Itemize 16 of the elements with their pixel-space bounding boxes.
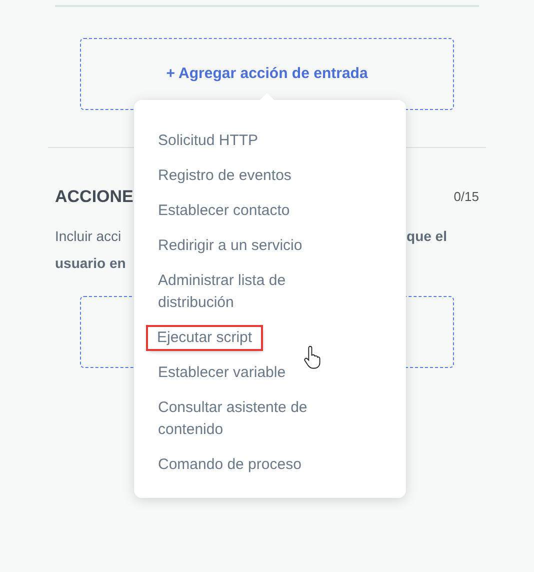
action-count: 0/15 [454, 188, 479, 206]
menu-item[interactable]: Redirigir a un servicio [158, 234, 302, 256]
menu-item[interactable]: Consultar asistente de contenido [158, 396, 338, 440]
description-text: que el [406, 226, 447, 246]
menu-item[interactable]: Establecer contacto [158, 200, 290, 222]
menu-item[interactable]: Ejecutar script [148, 326, 262, 348]
menu-item[interactable]: Solicitud HTTP [158, 130, 258, 152]
menu-item[interactable]: Comando de proceso [158, 454, 302, 476]
description-text: Incluir acci [55, 226, 122, 246]
menu-item[interactable]: Administrar lista de distribución [158, 270, 338, 314]
menu-item[interactable]: Establecer variable [158, 362, 286, 384]
hand-pointer-icon [304, 346, 321, 369]
menu-item[interactable]: Registro de eventos [158, 164, 292, 186]
description-text: usuario en [55, 254, 126, 272]
section-heading: ACCIONE [55, 186, 134, 208]
add-entry-action-button[interactable]: + Agregar acción de entrada [166, 62, 368, 86]
